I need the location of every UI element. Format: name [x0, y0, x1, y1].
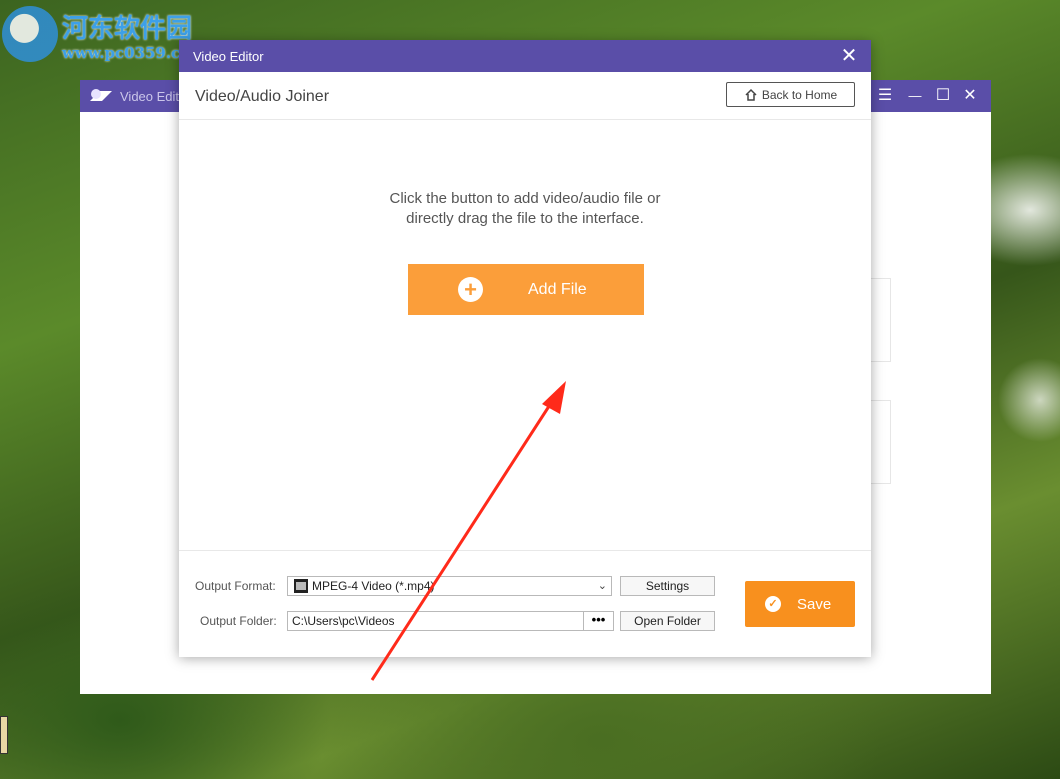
menu-icon[interactable]: ☰: [874, 86, 896, 106]
save-label: Save: [797, 596, 832, 613]
output-format-value: MPEG-4 Video (*.mp4): [312, 579, 435, 593]
window-close-icon[interactable]: ✕: [959, 86, 981, 106]
browse-folder-button[interactable]: •••: [583, 611, 614, 631]
watermark-title: 河东软件园: [62, 14, 193, 44]
add-file-button[interactable]: + Add File: [408, 264, 644, 315]
output-settings-panel: Output Format: MPEG-4 Video (*.mp4) ⌄ Se…: [179, 550, 871, 657]
output-folder-field[interactable]: C:\Users\pc\Videos: [287, 611, 584, 631]
page-title: Video/Audio Joiner: [195, 88, 330, 105]
back-to-home-button[interactable]: Back to Home: [726, 82, 855, 107]
dialog-titlebar: Video Editor ✕: [179, 40, 871, 72]
back-to-home-label: Back to Home: [761, 87, 838, 102]
close-icon[interactable]: ✕: [839, 46, 859, 66]
app-logo-icon: [90, 89, 112, 101]
file-drop-area[interactable]: [179, 120, 871, 550]
video-format-icon: [294, 579, 308, 593]
check-circle-icon: ✓: [765, 596, 781, 612]
chevron-down-icon: ⌄: [597, 580, 607, 592]
plus-circle-icon: +: [458, 277, 483, 302]
minimize-icon[interactable]: —: [904, 86, 926, 106]
dialog-title: Video Editor: [193, 49, 264, 64]
watermark-logo-icon: [2, 6, 58, 62]
dialog-header: Video/Audio Joiner Back to Home: [179, 72, 871, 120]
add-file-label: Add File: [528, 281, 587, 298]
drop-hint-line: Click the button to add video/audio file…: [389, 190, 661, 207]
home-icon: [745, 88, 757, 101]
maximize-icon[interactable]: ☐: [932, 86, 954, 106]
settings-button[interactable]: Settings: [620, 576, 715, 596]
open-folder-button[interactable]: Open Folder: [620, 611, 715, 631]
desktop-shortcut-icon: [0, 716, 8, 754]
watermark-url: www.pc0359.cn: [62, 44, 192, 62]
output-format-label: Output Format:: [195, 579, 276, 593]
drop-hint-line: directly drag the file to the interface.: [406, 210, 644, 227]
video-editor-dialog: Video Editor ✕ Video/Audio Joiner Back t…: [179, 40, 871, 657]
output-folder-label: Output Folder:: [200, 614, 277, 628]
save-button[interactable]: ✓ Save: [745, 581, 855, 627]
background-window-title: Video Edito: [120, 89, 187, 104]
drop-hint: Click the button to add video/audio file…: [179, 189, 871, 229]
output-format-select[interactable]: MPEG-4 Video (*.mp4) ⌄: [287, 576, 612, 596]
